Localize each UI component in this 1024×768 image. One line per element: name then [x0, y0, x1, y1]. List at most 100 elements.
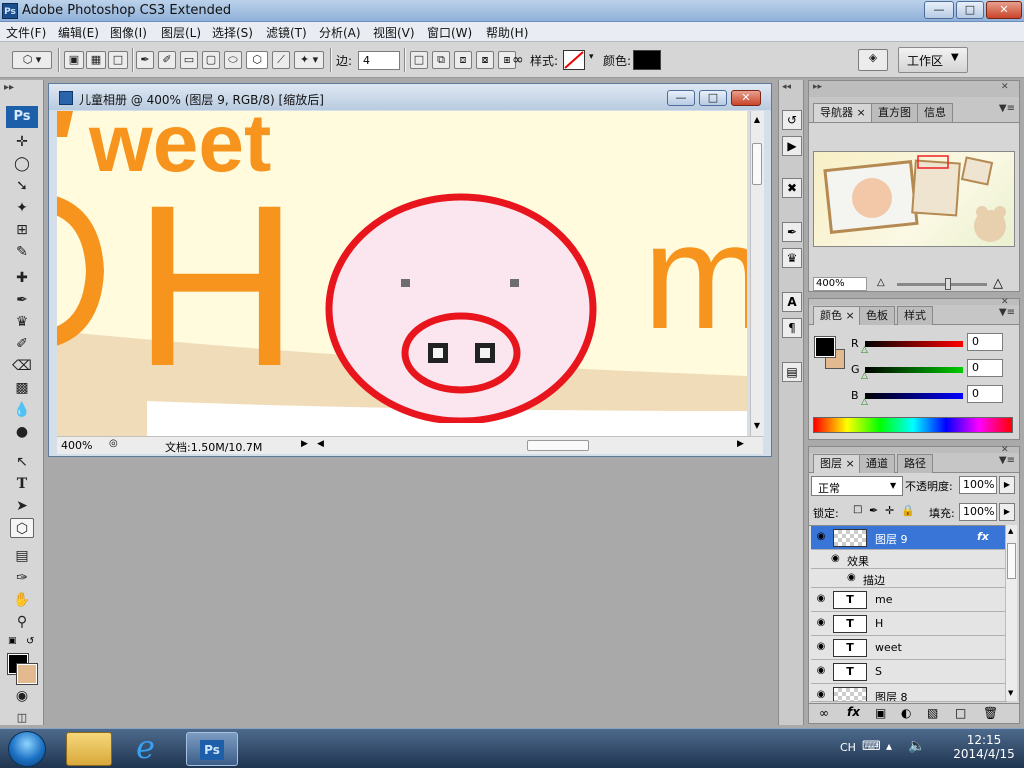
menu-image[interactable]: 图像(I)	[110, 24, 147, 41]
menu-help[interactable]: 帮助(H)	[486, 24, 528, 41]
sides-input[interactable]	[358, 51, 400, 70]
menu-edit[interactable]: 编辑(E)	[58, 24, 99, 41]
adjustment-layer-icon[interactable]: ◐	[901, 706, 911, 720]
expand-icon[interactable]: ◂◂	[782, 82, 791, 92]
status-menu-icon[interactable]: ◎	[109, 438, 118, 449]
close-icon[interactable]: ×	[857, 106, 866, 119]
lasso-tool-icon[interactable]: ➘	[10, 176, 34, 196]
style-picker[interactable]	[563, 50, 585, 70]
style-dropdown-icon[interactable]: ▾	[589, 52, 594, 62]
maximize-button[interactable]: □	[956, 1, 984, 19]
rectangle-icon[interactable]: ▭	[180, 51, 198, 69]
stroke-effect-row[interactable]: ◉ 描边	[811, 569, 1007, 588]
shape-layers-icon[interactable]: ▣	[64, 51, 84, 69]
doc-close-button[interactable]: ✕	[731, 90, 761, 106]
collapse-icon[interactable]: ▸▸	[813, 82, 822, 92]
tab-info[interactable]: 信息	[917, 103, 953, 122]
layer-row-me[interactable]: ◉ T me	[811, 588, 1007, 612]
healing-brush-icon[interactable]: ✚	[10, 268, 34, 288]
swap-colors-icon[interactable]: ↺	[26, 636, 34, 647]
keyboard-icon[interactable]: ⌨	[862, 739, 881, 754]
bridge-icon[interactable]: ◈	[858, 49, 888, 71]
visibility-eye-icon[interactable]: ◉	[814, 689, 828, 701]
blue-value[interactable]: 0	[967, 385, 1003, 403]
visibility-eye-icon[interactable]: ◉	[814, 665, 828, 677]
minimize-button[interactable]: —	[924, 1, 954, 19]
horizontal-scroll-thumb[interactable]	[527, 440, 589, 451]
scroll-down-icon[interactable]: ▼	[751, 421, 763, 430]
layer-row-h[interactable]: ◉ T H	[811, 612, 1007, 636]
panel-menu-icon[interactable]: ▼≡	[999, 307, 1015, 318]
background-color[interactable]	[16, 663, 38, 685]
scroll-thumb[interactable]	[1007, 543, 1016, 579]
actions-panel-icon[interactable]: ▶	[782, 136, 802, 156]
stroke-eye-icon[interactable]: ◉	[847, 572, 856, 583]
close-icon[interactable]: ×	[846, 309, 855, 322]
move-tool-icon[interactable]: ✛	[10, 132, 34, 152]
zoom-level[interactable]: 400%	[61, 439, 92, 452]
panel-menu-icon[interactable]: ▼≡	[999, 103, 1015, 114]
default-colors-icon[interactable]: ▣	[8, 636, 17, 646]
vertical-scrollbar[interactable]: ▲ ▼	[750, 111, 764, 436]
pen-icon[interactable]: ✒	[136, 51, 154, 69]
blue-slider[interactable]	[865, 393, 963, 399]
notes-tool-icon[interactable]: ▤	[10, 546, 34, 566]
visibility-eye-icon[interactable]: ◉	[814, 531, 828, 543]
add-mask-icon[interactable]: ▣	[875, 706, 886, 720]
hand-tool-icon[interactable]: ✋	[10, 590, 34, 610]
zoom-out-icon[interactable]: △	[877, 277, 885, 288]
effects-eye-icon[interactable]: ◉	[831, 553, 840, 564]
menu-filter[interactable]: 滤镜(T)	[266, 24, 307, 41]
layer-comps-icon[interactable]: ▤	[782, 362, 802, 382]
document-title-bar[interactable]: 儿童相册 @ 400% (图层 9, RGB/8) [缩放后] — □ ✕	[49, 84, 771, 110]
green-slider[interactable]	[865, 367, 963, 373]
character-panel-icon[interactable]: A	[782, 292, 802, 312]
doc-maximize-button[interactable]: □	[699, 90, 727, 106]
layer-row-layer9[interactable]: ◉ 图层 9 fx	[811, 526, 1007, 550]
blue-slider-handle[interactable]: △	[861, 397, 868, 407]
new-group-icon[interactable]: ▧	[927, 706, 938, 720]
red-value[interactable]: 0	[967, 333, 1003, 351]
dodge-tool-icon[interactable]: ●	[10, 422, 34, 442]
history-brush-icon[interactable]: ✐	[10, 334, 34, 354]
lock-transparent-icon[interactable]: □	[853, 504, 862, 515]
layer-row-weet[interactable]: ◉ T weet	[811, 636, 1007, 660]
lock-image-icon[interactable]: ✒	[869, 504, 878, 517]
add-mode-icon[interactable]: ⧉	[432, 51, 450, 69]
eyedropper-icon[interactable]: ✑	[10, 568, 34, 588]
brushes-panel-icon[interactable]: ✒	[782, 222, 802, 242]
zoom-in-icon[interactable]: △	[993, 276, 1003, 291]
collapse-icon[interactable]: ▸▸	[4, 82, 14, 93]
line-icon[interactable]: ⟋	[272, 51, 290, 69]
scroll-right-icon[interactable]: ▶	[737, 439, 744, 449]
fill-input[interactable]: 100%	[959, 503, 997, 521]
subtract-mode-icon[interactable]: ⧈	[454, 51, 472, 69]
type-tool-icon[interactable]: T	[10, 474, 34, 494]
ellipse-icon[interactable]: ⬭	[224, 51, 242, 69]
polygon-tool-icon[interactable]: ⬡	[10, 518, 34, 538]
polygon-icon[interactable]: ⬡	[246, 51, 268, 69]
blur-tool-icon[interactable]: 💧	[10, 400, 34, 420]
clock[interactable]: 12:15 2014/4/15	[948, 733, 1020, 761]
red-slider-handle[interactable]: △	[861, 345, 868, 355]
intersect-mode-icon[interactable]: ⧇	[476, 51, 494, 69]
panel-menu-icon[interactable]: ▼≡	[999, 455, 1015, 466]
layer-row-s[interactable]: ◉ T S	[811, 660, 1007, 684]
scroll-thumb[interactable]	[752, 143, 762, 185]
clone-stamp-icon[interactable]: ♛	[10, 312, 34, 332]
layers-scrollbar[interactable]: ▲ ▼	[1005, 525, 1017, 701]
canvas[interactable]: weet H m	[57, 111, 747, 436]
tab-color[interactable]: 颜色 ×	[813, 306, 862, 325]
zoom-slider-handle[interactable]	[945, 278, 951, 290]
menu-view[interactable]: 视图(V)	[373, 24, 415, 41]
color-spectrum-bar[interactable]	[813, 417, 1013, 433]
close-icon[interactable]: ×	[846, 457, 855, 470]
custom-shape-icon[interactable]: ✦ ▾	[294, 51, 324, 69]
tab-paths[interactable]: 路径	[897, 454, 933, 473]
tab-navigator[interactable]: 导航器 ×	[813, 103, 873, 122]
quick-mask-icon[interactable]: ◉	[10, 686, 34, 706]
menu-file[interactable]: 文件(F)	[6, 24, 46, 41]
lock-position-icon[interactable]: ✛	[885, 504, 894, 517]
scroll-up-icon[interactable]: ▲	[1008, 527, 1013, 535]
menu-layer[interactable]: 图层(L)	[161, 24, 201, 41]
